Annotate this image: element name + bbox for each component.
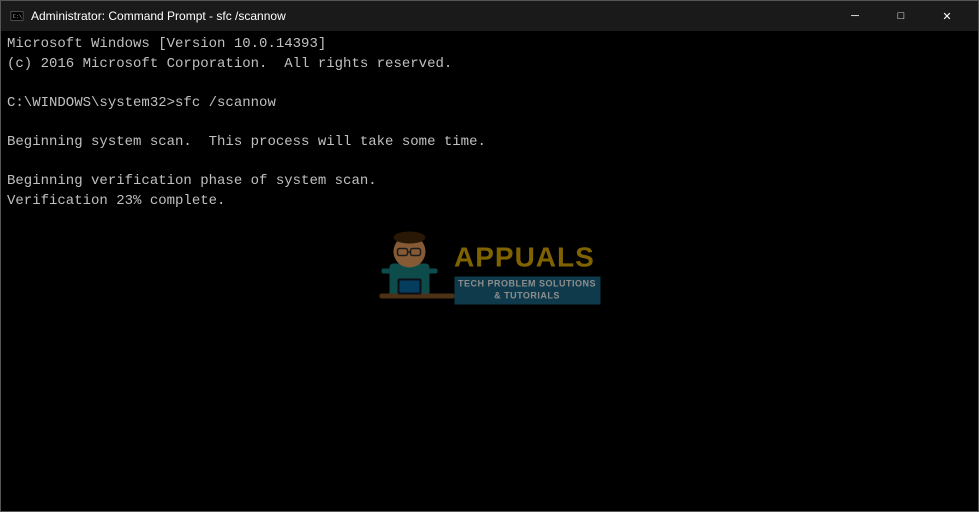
terminal-line bbox=[7, 329, 972, 349]
terminal-line bbox=[7, 427, 972, 447]
terminal-line: (c) 2016 Microsoft Corporation. All righ… bbox=[7, 55, 972, 75]
terminal-line bbox=[7, 270, 972, 290]
minimize-button[interactable]: ─ bbox=[832, 1, 878, 31]
terminal-body[interactable]: Microsoft Windows [Version 10.0.14393](c… bbox=[1, 31, 978, 511]
terminal-line bbox=[7, 153, 972, 173]
terminal-line: Beginning verification phase of system s… bbox=[7, 172, 972, 192]
terminal-line: Microsoft Windows [Version 10.0.14393] bbox=[7, 35, 972, 55]
terminal-line bbox=[7, 290, 972, 310]
terminal-line bbox=[7, 74, 972, 94]
terminal-line bbox=[7, 231, 972, 251]
terminal-line bbox=[7, 407, 972, 427]
close-button[interactable]: ✕ bbox=[924, 1, 970, 31]
svg-text:C:\: C:\ bbox=[13, 14, 22, 20]
titlebar: C:\ Administrator: Command Prompt - sfc … bbox=[1, 1, 978, 31]
terminal-line bbox=[7, 211, 972, 231]
terminal-line bbox=[7, 251, 972, 271]
terminal-line bbox=[7, 446, 972, 466]
maximize-button[interactable]: □ bbox=[878, 1, 924, 31]
terminal-line bbox=[7, 388, 972, 408]
terminal-line bbox=[7, 309, 972, 329]
titlebar-icon: C:\ bbox=[9, 8, 25, 24]
terminal-line: C:\WINDOWS\system32>sfc /scannow bbox=[7, 94, 972, 114]
terminal-line bbox=[7, 113, 972, 133]
terminal-output: Microsoft Windows [Version 10.0.14393](c… bbox=[7, 35, 972, 466]
terminal-line bbox=[7, 349, 972, 369]
window-title: Administrator: Command Prompt - sfc /sca… bbox=[31, 9, 832, 23]
terminal-line: Verification 23% complete. bbox=[7, 192, 972, 212]
titlebar-controls: ─ □ ✕ bbox=[832, 1, 970, 31]
terminal-line bbox=[7, 368, 972, 388]
terminal-line: Beginning system scan. This process will… bbox=[7, 133, 972, 153]
window: C:\ Administrator: Command Prompt - sfc … bbox=[0, 0, 979, 512]
